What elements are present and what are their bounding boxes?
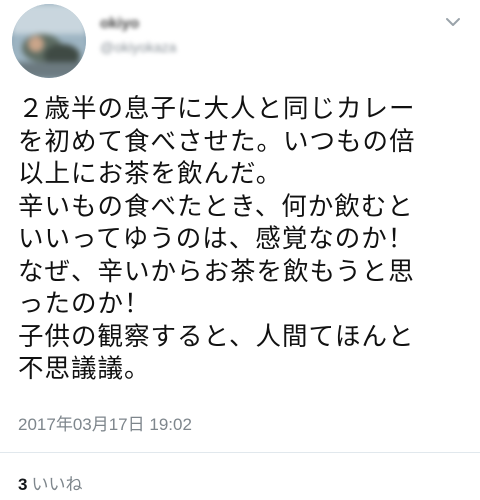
likes-label: いいね — [31, 475, 83, 494]
divider — [0, 452, 480, 453]
user-handle[interactable]: @okiyokaza — [100, 38, 176, 56]
avatar-photo — [12, 4, 86, 78]
tweet-timestamp[interactable]: 2017年03月17日 19:02 — [18, 414, 192, 436]
tweet-header: okiyo @okiyokaza — [0, 0, 480, 90]
user-name-block: okiyo @okiyokaza — [100, 14, 176, 56]
avatar[interactable] — [12, 4, 86, 78]
tweet-text: ２歳半の息子に大人と同じカレー を初めて食べさせた。いつもの倍 以上にお茶を飲ん… — [18, 94, 416, 384]
chevron-down-icon[interactable] — [444, 14, 462, 28]
likes-count: 3 — [18, 475, 28, 494]
likes-stat[interactable]: 3 いいね — [18, 474, 82, 496]
display-name[interactable]: okiyo — [100, 14, 176, 34]
